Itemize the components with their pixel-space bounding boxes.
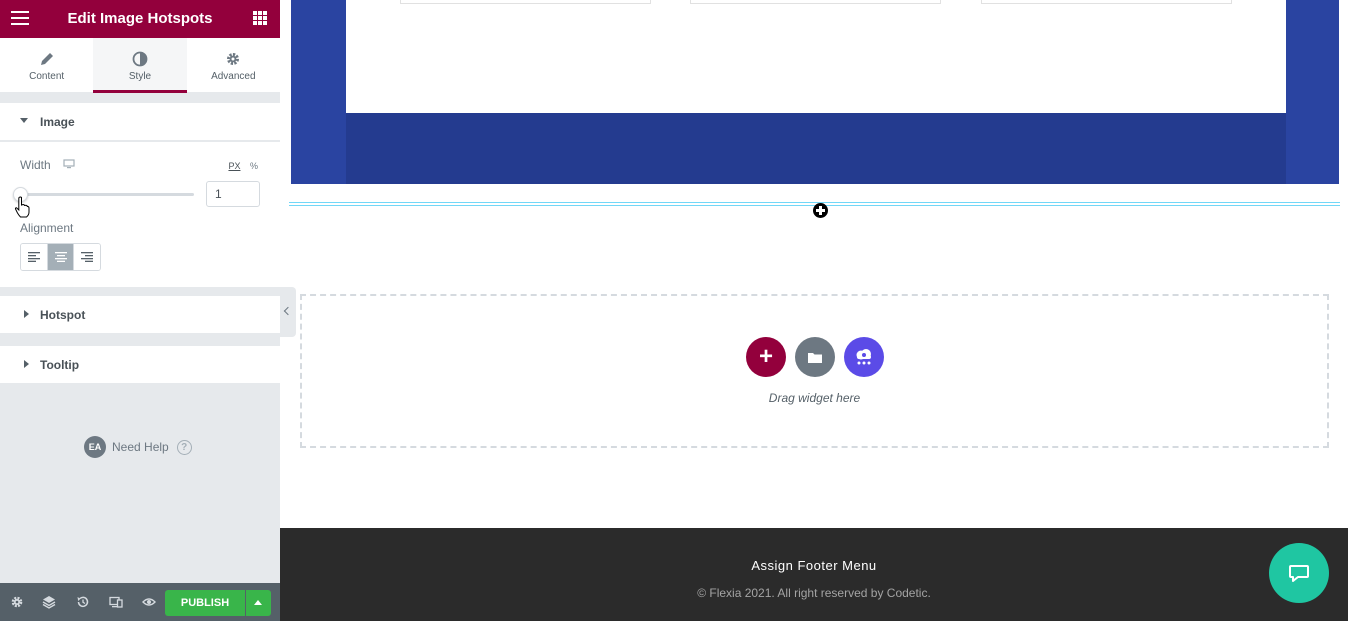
align-right-button[interactable]	[74, 244, 100, 270]
section-tooltip-header[interactable]: Tooltip	[0, 346, 280, 384]
contrast-icon	[132, 51, 148, 67]
need-help-label: Need Help	[112, 440, 169, 454]
unit-px[interactable]: PX	[228, 161, 240, 171]
ea-logo-icon: EA	[84, 436, 106, 458]
collapse-panel-button[interactable]	[280, 287, 296, 337]
section-image-title: Image	[40, 115, 75, 129]
card-column	[690, 0, 941, 4]
site-footer: Assign Footer Menu © Flexia 2021. All ri…	[280, 528, 1348, 621]
tab-advanced[interactable]: Advanced	[187, 38, 280, 92]
hand-pointer-icon	[14, 196, 30, 218]
content-card	[346, 0, 1286, 113]
preview-eye-icon[interactable]	[142, 595, 156, 609]
settings-gear-icon[interactable]	[10, 595, 24, 609]
publish-options-button[interactable]	[246, 590, 271, 616]
question-icon: ?	[176, 439, 192, 455]
unit-percent[interactable]: %	[250, 161, 258, 171]
section-hotspot-title: Hotspot	[40, 308, 86, 322]
tab-style[interactable]: Style	[93, 38, 187, 93]
align-left-button[interactable]	[21, 244, 48, 270]
width-input[interactable]	[206, 181, 260, 207]
hero-section: G t A F e C e Evalu tion ?	[291, 0, 1339, 184]
add-section-button[interactable]: +	[746, 337, 786, 377]
section-tooltip-title: Tooltip	[40, 358, 80, 372]
tab-style-label: Style	[128, 71, 152, 82]
footer-copyright: © Flexia 2021. All right reserved by Cod…	[697, 586, 931, 600]
section-image-header[interactable]: Image	[0, 103, 280, 141]
tab-content[interactable]: Content	[0, 38, 93, 92]
align-center-icon	[54, 252, 67, 262]
pencil-icon	[40, 53, 53, 65]
gear-icon	[227, 53, 240, 65]
need-help-link[interactable]: EA Need Help ?	[84, 436, 192, 458]
publish-button[interactable]: PUBLISH	[165, 590, 245, 616]
footer-menu-link[interactable]: Assign Footer Menu	[280, 558, 1348, 573]
width-slider-track[interactable]	[20, 193, 194, 196]
plus-icon: +	[758, 343, 773, 370]
caret-right-icon	[24, 310, 29, 318]
history-icon[interactable]	[76, 595, 90, 609]
desktop-icon[interactable]	[63, 159, 75, 169]
alignment-label: Alignment	[20, 221, 74, 235]
heading-band	[346, 113, 1286, 184]
chat-bubble-icon	[1289, 565, 1309, 582]
panel-tabs: Content Style Advanced	[0, 38, 280, 93]
ea-templates-button[interactable]	[844, 337, 884, 377]
panel-title: Edit Image Hotspots	[67, 10, 213, 27]
align-right-icon	[81, 252, 94, 262]
tab-advanced-label: Advanced	[211, 71, 256, 82]
folder-icon	[808, 352, 822, 363]
caret-down-icon	[20, 118, 28, 123]
caret-right-icon	[24, 360, 29, 368]
alignment-control	[20, 243, 101, 271]
card-column	[400, 0, 651, 4]
card-column	[981, 0, 1232, 4]
section-heading-cut: G t A F e C e Evalu tion ?	[521, 176, 1093, 184]
dropzone-hint: Drag widget here	[768, 391, 861, 405]
width-label: Width	[20, 158, 51, 172]
align-left-icon	[27, 252, 40, 262]
responsive-mode-icon[interactable]	[109, 595, 123, 609]
widgets-grid-icon[interactable]	[253, 11, 267, 25]
unit-switcher: PX %	[221, 161, 258, 171]
section-image-body: Width PX % Alignment	[0, 142, 280, 287]
chat-button[interactable]	[1269, 543, 1329, 603]
panel-header: Edit Image Hotspots	[0, 0, 280, 38]
section-hotspot-header[interactable]: Hotspot	[0, 296, 280, 334]
editor-panel: Edit Image Hotspots Content Style Advanc…	[0, 0, 280, 621]
navigator-layers-icon[interactable]	[42, 595, 56, 609]
add-template-button[interactable]	[795, 337, 835, 377]
ea-cloud-icon	[856, 349, 871, 365]
align-center-button[interactable]	[47, 244, 75, 270]
tab-content-label: Content	[29, 71, 65, 82]
empty-dropzone[interactable]: + Drag widget here	[300, 294, 1329, 448]
move-cursor-icon[interactable]	[813, 203, 828, 218]
